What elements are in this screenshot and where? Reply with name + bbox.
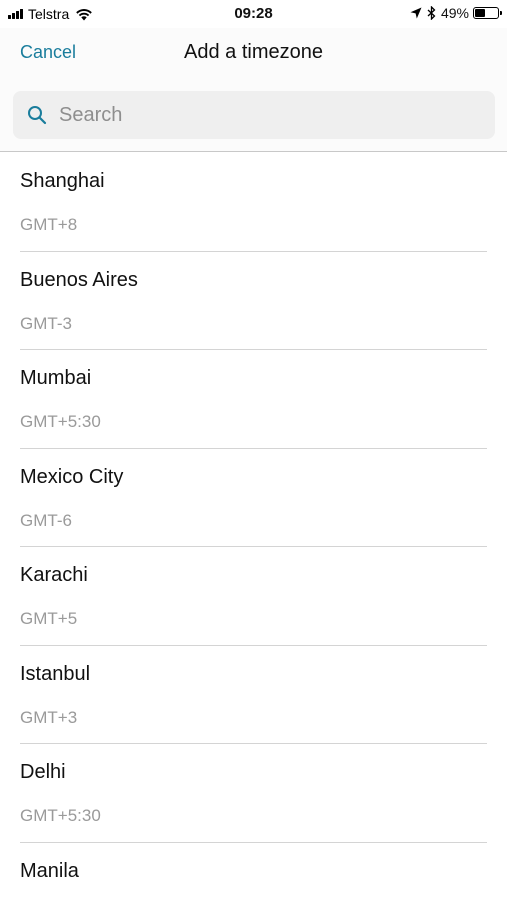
timezone-name: Buenos Aires: [20, 268, 138, 291]
timezone-row[interactable]: Mexico City GMT-6: [20, 449, 487, 547]
timezone-offset: GMT+5:30: [20, 412, 101, 431]
timezone-name: Manila: [20, 859, 79, 882]
battery-icon: [473, 7, 502, 19]
timezone-row[interactable]: Manila: [20, 843, 487, 900]
timezone-offset: GMT+5:30: [20, 806, 101, 825]
search-icon: [28, 106, 47, 125]
timezone-name: Delhi: [20, 761, 66, 783]
timezone-row[interactable]: Shanghai GMT+8: [20, 153, 487, 252]
search-bar: [0, 80, 507, 152]
status-right: 49%: [410, 5, 502, 21]
timezone-row[interactable]: Karachi GMT+5: [20, 547, 487, 646]
battery-percent: 49%: [440, 5, 469, 21]
status-bar: Telstra 09:28 49%: [0, 0, 507, 28]
timezone-name: Karachi: [20, 564, 88, 586]
timezone-row[interactable]: Delhi GMT+5:30: [20, 744, 487, 843]
timezone-name: Shanghai: [20, 170, 105, 192]
timezone-offset: GMT+8: [20, 215, 78, 234]
timezone-name: Istanbul: [20, 662, 91, 685]
timezone-row[interactable]: Istanbul GMT+3: [20, 646, 487, 744]
timezone-name: Mumbai: [20, 367, 92, 389]
timezone-row[interactable]: Buenos Aires GMT-3: [20, 252, 487, 350]
timezone-offset: GMT+5: [20, 609, 78, 628]
search-field[interactable]: [13, 91, 495, 139]
bluetooth-icon: [427, 6, 436, 20]
navigation-bar: Cancel Add a timezone: [0, 28, 507, 80]
timezone-row[interactable]: Mumbai GMT+5:30: [20, 350, 487, 449]
timezone-offset: GMT+3: [20, 707, 78, 727]
timezone-offset: GMT-6: [20, 510, 72, 530]
search-input[interactable]: [59, 103, 459, 127]
timezone-list: Shanghai GMT+8 Buenos Aires GMT-3 Mumbai GMT+…: [0, 153, 507, 900]
page-title: Add a timezone: [184, 41, 323, 63]
timezone-offset: GMT-3: [20, 313, 72, 333]
location-arrow-icon: [410, 7, 422, 19]
timezone-name: Mexico City: [20, 465, 124, 488]
